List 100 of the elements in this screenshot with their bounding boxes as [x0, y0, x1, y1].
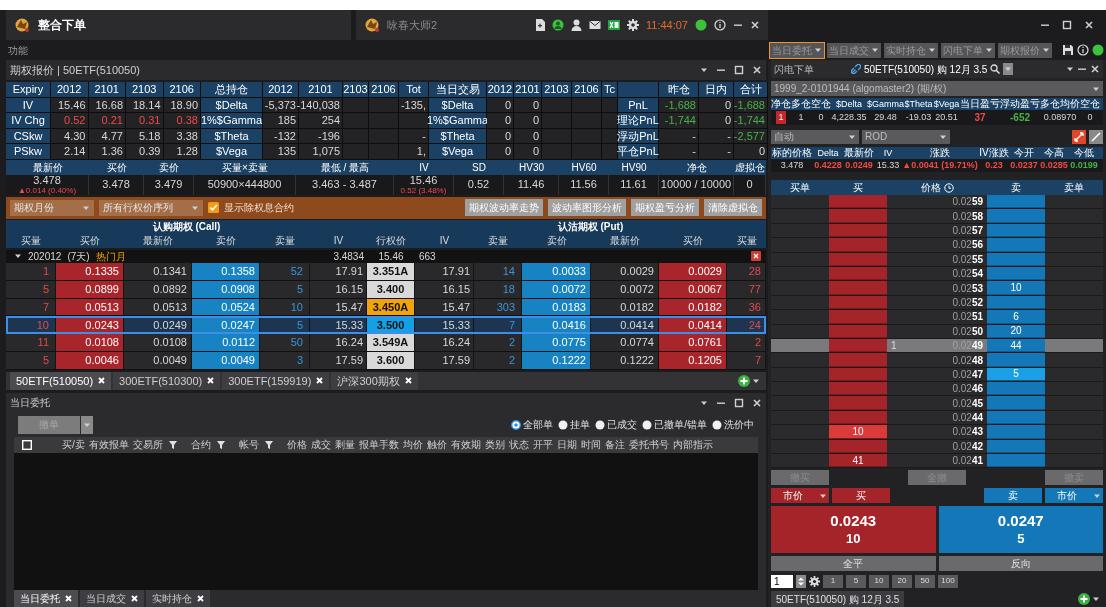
- clock-icon[interactable]: [943, 182, 954, 193]
- price-level[interactable]: 0.0241: [952, 453, 983, 469]
- price-level[interactable]: 0.0247: [952, 366, 983, 382]
- bid-cell[interactable]: [829, 396, 887, 410]
- close-icon[interactable]: [1084, 20, 1094, 30]
- column-header[interactable]: 日期: [556, 437, 577, 453]
- price-level[interactable]: 0.0255: [952, 251, 983, 267]
- radio-button[interactable]: [511, 419, 522, 430]
- filter-icon[interactable]: [264, 440, 273, 449]
- column-header[interactable]: 备注: [604, 437, 625, 453]
- bid-cell[interactable]: 10: [829, 425, 887, 439]
- bid-cell[interactable]: [829, 209, 887, 223]
- price-type-dropdown[interactable]: 市价: [1045, 488, 1103, 504]
- radio-button[interactable]: [712, 419, 722, 430]
- column-header[interactable]: 价格: [286, 437, 307, 453]
- column-header[interactable]: 报单手数: [358, 437, 399, 453]
- column-header[interactable]: 剩量: [334, 437, 355, 453]
- strike-dropdown[interactable]: 所有行权价序列: [99, 199, 203, 216]
- ask-cell[interactable]: [987, 382, 1045, 396]
- close-icon[interactable]: [752, 397, 762, 408]
- diagonal-arrows-icon[interactable]: [1072, 129, 1086, 144]
- menu-item[interactable]: 功能: [8, 42, 28, 58]
- bid-cell[interactable]: [829, 238, 887, 252]
- user-circle-icon[interactable]: [552, 19, 564, 31]
- column-header[interactable]: 帐号: [238, 437, 259, 453]
- sell-button[interactable]: 卖: [984, 488, 1042, 504]
- preset-button[interactable]: 5: [846, 574, 866, 588]
- close-icon[interactable]: [751, 251, 761, 262]
- column-header[interactable]: 成交: [310, 437, 331, 453]
- bid-cell[interactable]: [829, 281, 887, 295]
- maximize-icon[interactable]: [734, 397, 744, 408]
- maximize-icon[interactable]: [734, 65, 744, 75]
- close-icon[interactable]: [750, 20, 760, 30]
- price-level[interactable]: 0.0258: [952, 208, 983, 224]
- price-level[interactable]: 0.0243: [952, 424, 983, 440]
- tab-label[interactable]: 300ETF(510300): [119, 372, 203, 389]
- maximize-icon[interactable]: [1062, 20, 1072, 30]
- radio-button[interactable]: [558, 419, 569, 430]
- price-level[interactable]: 0.0242: [952, 438, 983, 454]
- diagonal-line-icon[interactable]: [1089, 129, 1103, 144]
- table-row[interactable]: 10 0.0243 0.0249 0.0247 5 15.33 3.500 15.33 7 0.0416 0.0414 0.0414 24: [6, 316, 766, 335]
- user-icon[interactable]: [571, 19, 582, 31]
- buy-button[interactable]: 买: [832, 488, 890, 504]
- radio-button[interactable]: [595, 419, 606, 430]
- price-level[interactable]: 0.0250: [952, 323, 983, 339]
- dropdown-button[interactable]: [81, 415, 93, 434]
- price-level[interactable]: 0.0244: [952, 410, 983, 426]
- radio-label[interactable]: 已成交: [607, 417, 638, 433]
- column-header[interactable]: 合约: [190, 437, 211, 453]
- ask-cell[interactable]: 6: [987, 310, 1045, 324]
- tab[interactable]: 实时持仓: [146, 590, 210, 607]
- mail-icon[interactable]: [589, 20, 601, 30]
- price-level[interactable]: 0.0248: [952, 352, 983, 368]
- order-mode-dropdown[interactable]: 自动: [771, 129, 859, 144]
- caret-icon[interactable]: [1092, 595, 1100, 603]
- price-level[interactable]: 0.0253: [952, 280, 983, 296]
- column-header[interactable]: 均价: [402, 437, 423, 453]
- reverse-button[interactable]: 反向: [938, 556, 1103, 572]
- tab-label[interactable]: 沪深300期权: [337, 372, 400, 389]
- checkbox[interactable]: [208, 202, 219, 214]
- ask-cell[interactable]: [987, 396, 1045, 410]
- caret-icon[interactable]: [700, 66, 708, 74]
- table-row[interactable]: 11 0.0108 0.0108 0.0112 50 16.24 3.549A 16.24 2 0.0775 0.0774 0.0761 2: [6, 334, 766, 352]
- tab-label[interactable]: 当日成交: [86, 591, 126, 606]
- column-header[interactable]: 触价: [426, 437, 447, 453]
- price-level[interactable]: 0.0254: [952, 266, 983, 282]
- close-icon[interactable]: [1090, 64, 1100, 74]
- bid-cell[interactable]: [829, 353, 887, 367]
- column-header[interactable]: 状态: [508, 437, 529, 453]
- tab[interactable]: 300ETF(159919): [222, 371, 330, 390]
- preset-button[interactable]: 20: [892, 574, 912, 588]
- close-icon[interactable]: [752, 65, 762, 75]
- checkbox[interactable]: [22, 439, 32, 450]
- add-icon[interactable]: [1078, 593, 1090, 605]
- info-icon[interactable]: [714, 19, 726, 31]
- ask-cell[interactable]: [987, 425, 1045, 439]
- bid-cell[interactable]: [829, 195, 887, 209]
- quantity-field[interactable]: 1: [771, 574, 793, 588]
- tab[interactable]: 沪深300期权: [331, 371, 418, 390]
- account-dropdown[interactable]: 1999_2-0101944 (algomaster2) (期/权): [771, 81, 1103, 96]
- caret-icon[interactable]: [1066, 65, 1074, 73]
- price-level[interactable]: 0.0256: [952, 237, 983, 253]
- column-header[interactable]: 时间: [580, 437, 601, 453]
- best-ask-button[interactable]: 0.0247 5: [938, 506, 1103, 554]
- tab-label[interactable]: 当日委托: [20, 591, 60, 606]
- preset-button[interactable]: 100: [938, 574, 958, 588]
- column-header[interactable]: 开平: [532, 437, 553, 453]
- info-icon[interactable]: [1077, 44, 1089, 56]
- preset-button[interactable]: 10: [869, 574, 889, 588]
- settings-icon[interactable]: [627, 19, 639, 31]
- ask-cell[interactable]: [987, 238, 1045, 252]
- preset-button[interactable]: 1: [823, 574, 843, 588]
- stepper-icon[interactable]: [796, 574, 806, 588]
- column-header[interactable]: 类别: [484, 437, 505, 453]
- bid-cell[interactable]: [829, 310, 887, 324]
- tab[interactable]: 50ETF(510050): [10, 371, 112, 390]
- dropdown-button[interactable]: [1003, 63, 1014, 75]
- ask-cell[interactable]: 10: [987, 281, 1045, 295]
- spreadsheet-icon[interactable]: [608, 19, 620, 31]
- search-icon[interactable]: [990, 64, 1001, 74]
